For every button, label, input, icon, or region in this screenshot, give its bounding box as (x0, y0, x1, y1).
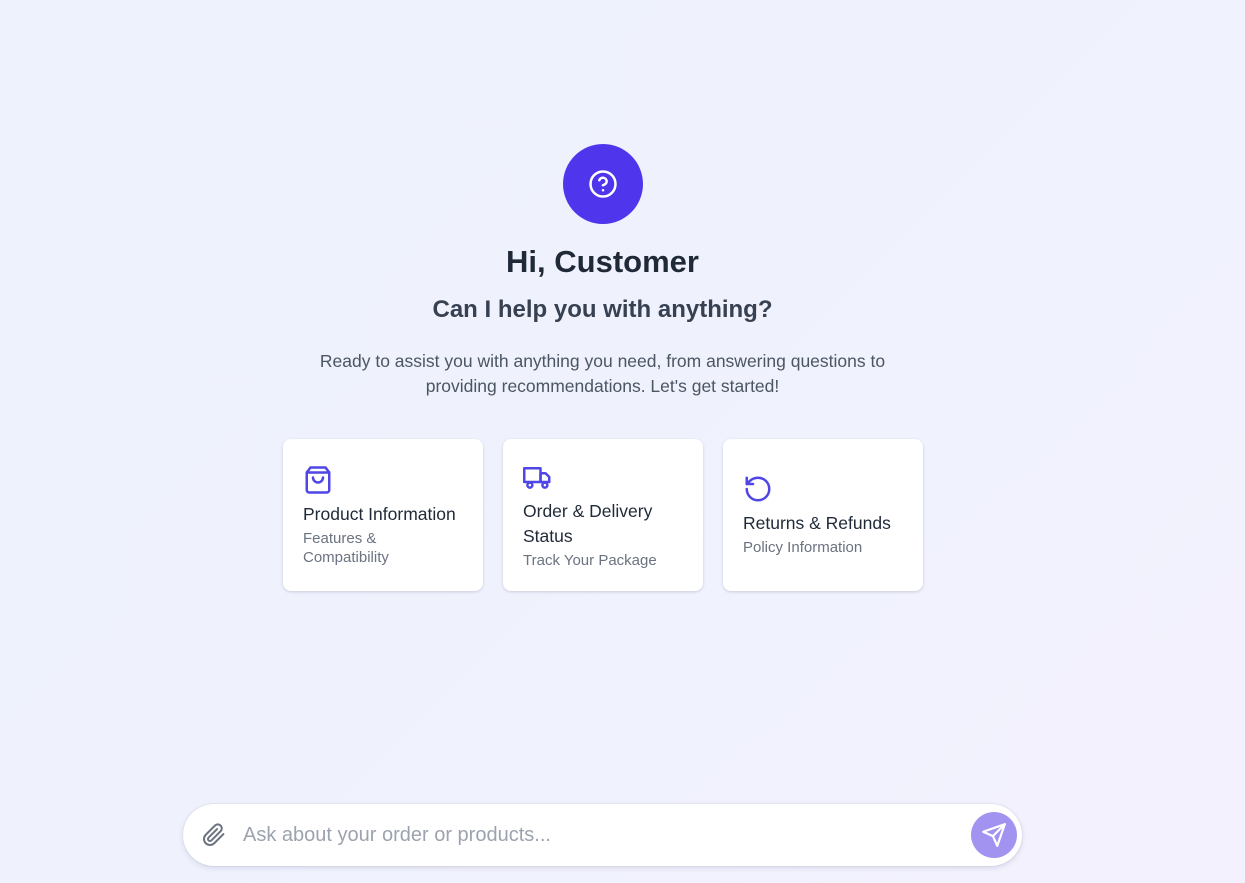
assistant-avatar (563, 144, 643, 224)
attach-button[interactable] (199, 820, 229, 850)
card-sublabel: Features & Compatibility (303, 529, 389, 566)
shopping-bag-icon (305, 465, 331, 494)
greeting-title: Hi, Customer (506, 244, 699, 279)
card-order-delivery-status[interactable]: Order & Delivery Status Track Your Packa… (503, 439, 703, 591)
paperclip-icon (203, 823, 225, 846)
send-button[interactable] (971, 812, 1017, 858)
truck-icon (523, 466, 551, 489)
card-sublabel: Track Your Package (523, 551, 657, 569)
refresh-icon (745, 476, 771, 502)
card-sublabel: Policy Information (743, 539, 863, 556)
card-product-information[interactable]: Product Information Features & Compatibi… (283, 439, 483, 591)
welcome-description: Ready to assist you with anything you ne… (319, 351, 886, 396)
help-circle-icon (589, 170, 617, 198)
chat-input[interactable] (243, 815, 971, 855)
chat-composer (183, 804, 1022, 866)
help-question: Can I help you with anything? (432, 296, 773, 323)
send-icon (982, 823, 1006, 847)
card-label: Product Information (303, 503, 456, 524)
card-label: Order & Delivery Status (523, 500, 653, 546)
card-returns-refunds[interactable]: Returns & Refunds Policy Information (723, 439, 923, 591)
card-label: Returns & Refunds (743, 513, 891, 533)
